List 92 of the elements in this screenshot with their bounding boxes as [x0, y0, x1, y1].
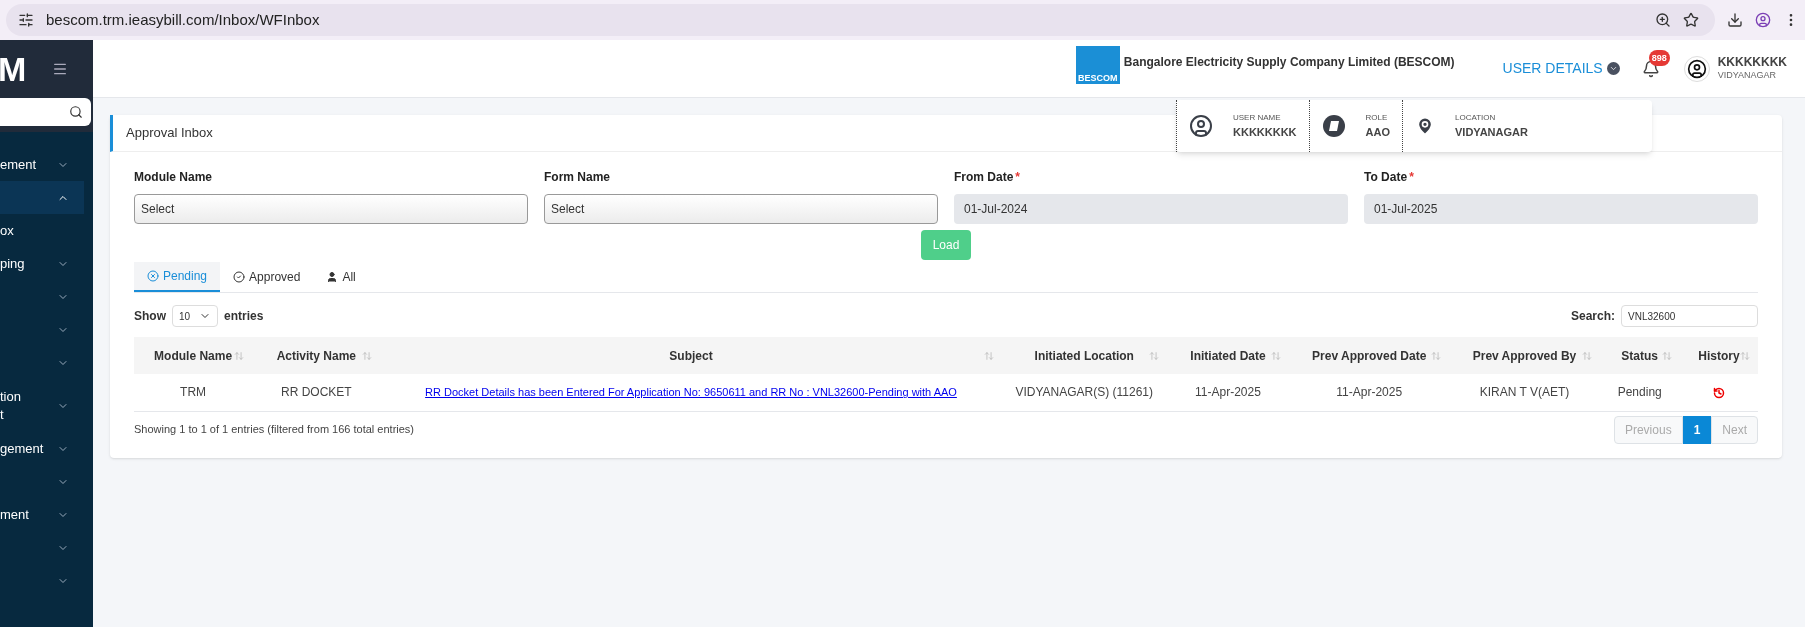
entries-label: entries — [224, 308, 264, 325]
field-label: To Date — [1364, 169, 1408, 186]
detail-value: KKKKKKKK — [1233, 124, 1297, 140]
x-circle-icon — [147, 270, 159, 282]
url-text: bescom.trm.ieasybill.com/Inbox/WFInbox — [46, 9, 320, 30]
date-field[interactable]: 01-Jul-2024 — [954, 194, 1348, 224]
card-title: Approval Inbox — [126, 124, 213, 143]
sidebar-item-label: ment — [0, 505, 29, 524]
column-header[interactable]: History — [1679, 337, 1758, 374]
field-label: Module Name — [134, 169, 212, 186]
user-name: KKKKKKKK — [1717, 55, 1787, 71]
column-header[interactable]: Module Name — [134, 337, 253, 374]
sort-icon — [983, 351, 994, 361]
tab[interactable]: Approved — [220, 262, 314, 292]
history-icon[interactable] — [1712, 387, 1725, 399]
sidebar-item-label: tion — [0, 387, 21, 406]
sidebar-item[interactable]: ment — [0, 498, 84, 531]
sort-icon — [1271, 351, 1282, 361]
sort-icon — [1431, 351, 1442, 361]
subject-link[interactable]: RR Docket Details has been Entered For Application No: 9650611 and RR No : VNL32600-Pending with AAO — [425, 386, 957, 399]
user-details-button[interactable]: USER DETAILS — [1502, 58, 1620, 79]
sidebar-item[interactable]: ping — [0, 247, 84, 280]
detail-value: AAO — [1365, 124, 1390, 140]
sidebar-item[interactable]: gement — [0, 432, 84, 465]
sidebar-item-label: ement — [0, 155, 37, 174]
download-icon[interactable] — [1727, 12, 1743, 28]
sidebar-search-field[interactable] — [0, 98, 91, 126]
table-cell: VIDYANAGAR(S) (11261) — [1001, 374, 1167, 411]
detail-label: USER NAME — [1233, 111, 1282, 124]
show-label: Show — [134, 308, 166, 325]
sort-icon — [1740, 351, 1750, 361]
required-asterisk: * — [1015, 169, 1020, 186]
search-field[interactable]: VNL32600 — [1621, 305, 1758, 327]
company-name: Bangalore Electricity Supply Company Limited (BESCOM) — [1123, 54, 1455, 71]
field-label: Form Name — [544, 169, 611, 186]
user-circle-icon — [1189, 114, 1213, 138]
notification-badge: 898 — [1648, 49, 1670, 66]
sidebar-item[interactable]: ox — [0, 214, 84, 247]
sort-icon — [1581, 351, 1592, 361]
tab[interactable]: All — [313, 262, 369, 292]
detail-value: VIDYANAGAR — [1455, 124, 1528, 140]
zoom-icon[interactable] — [1655, 12, 1671, 28]
bell-icon[interactable] — [1641, 59, 1660, 78]
avatar[interactable] — [1683, 55, 1710, 82]
detail-label: ROLE — [1365, 111, 1389, 124]
column-header[interactable]: Prev Approved By — [1449, 337, 1600, 374]
table-info: Showing 1 to 1 of 1 entries (filtered from 166 total entries) — [134, 422, 415, 438]
search-label: Search: — [1570, 308, 1615, 325]
sidebar-item-label: ox — [0, 221, 14, 240]
sort-icon — [1661, 351, 1672, 361]
table-cell: 11-Apr-2025 — [1289, 374, 1450, 411]
sidebar-item-label: gement — [0, 439, 44, 458]
table-cell: 11-Apr-2025 — [1166, 374, 1290, 411]
address-bar[interactable]: bescom.trm.ieasybill.com/Inbox/WFInbox — [6, 4, 1715, 36]
sort-icon — [1148, 351, 1159, 361]
user-silhouette-icon — [1686, 58, 1707, 79]
page-size-select[interactable]: 10 — [172, 305, 218, 327]
sidebar-item[interactable]: tion t — [0, 379, 84, 432]
required-asterisk: * — [1409, 169, 1414, 186]
sidebar-item-label: ping — [0, 254, 25, 273]
user-icon — [326, 271, 339, 283]
date-field[interactable]: 01-Jul-2025 — [1364, 194, 1758, 224]
sort-icon — [362, 351, 373, 361]
search-icon — [69, 105, 83, 119]
menu-icon[interactable] — [52, 61, 68, 77]
column-header[interactable]: Prev Approved Date — [1289, 337, 1450, 374]
column-header[interactable]: Initiated Location — [1001, 337, 1167, 374]
profile-icon[interactable] — [1755, 12, 1771, 28]
chevron-down-icon — [1606, 62, 1620, 75]
logo-caption: BESCOM — [1078, 74, 1118, 83]
column-header[interactable]: Subject — [380, 337, 1002, 374]
table-cell: Pending — [1599, 374, 1680, 411]
select-field[interactable]: Select — [134, 194, 528, 224]
sidebar-item-label: t — [0, 405, 5, 424]
site-settings-icon[interactable] — [18, 12, 34, 28]
column-header[interactable]: Activity Name — [252, 337, 381, 374]
sidebar-item[interactable]: ement — [0, 148, 84, 181]
table-cell: KIRAN T V(AET) — [1449, 374, 1600, 411]
logo-text: M — [0, 52, 27, 86]
star-icon[interactable] — [1683, 12, 1699, 28]
check-circle-icon — [233, 271, 246, 283]
column-header[interactable]: Initiated Date — [1166, 337, 1290, 374]
select-field[interactable]: Select — [544, 194, 938, 224]
detail-label: LOCATION — [1455, 111, 1497, 124]
column-header[interactable]: Status — [1599, 337, 1680, 374]
user-location: VIDYANAGAR — [1717, 70, 1778, 82]
table-cell: RR DOCKET — [252, 374, 381, 411]
parallelogram-icon — [1321, 114, 1346, 138]
field-label: From Date — [954, 169, 1014, 186]
sort-icon — [234, 351, 245, 361]
table-cell: TRM — [134, 374, 253, 411]
pagination-button[interactable]: 1 — [1682, 415, 1712, 444]
